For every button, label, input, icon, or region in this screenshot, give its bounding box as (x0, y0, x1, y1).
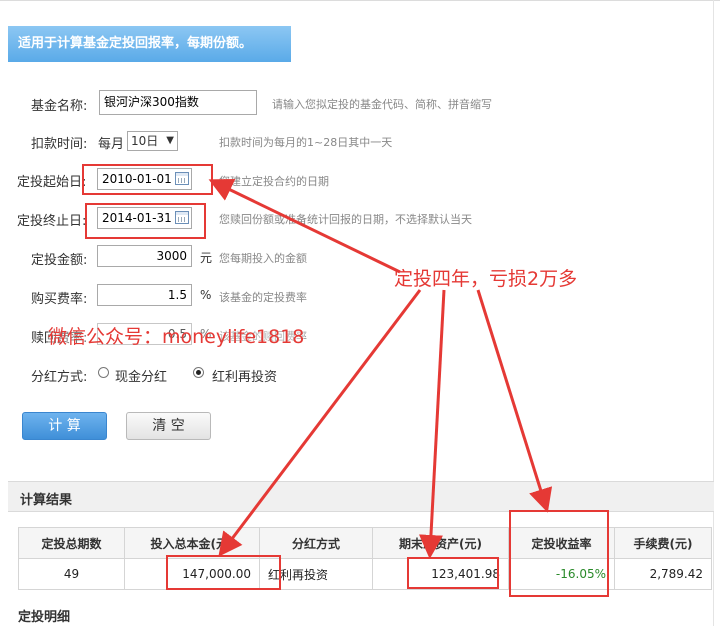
loss-annotation: 定投四年，亏损2万多 (394, 268, 578, 290)
arrow-to-return-rate (476, 289, 553, 513)
annotation-arrows (208, 179, 553, 559)
arrow-to-start-date (208, 179, 401, 274)
arrow-to-final-assets (418, 289, 446, 559)
watermark-text: 微信公众号：moneylife1818 (48, 322, 305, 349)
